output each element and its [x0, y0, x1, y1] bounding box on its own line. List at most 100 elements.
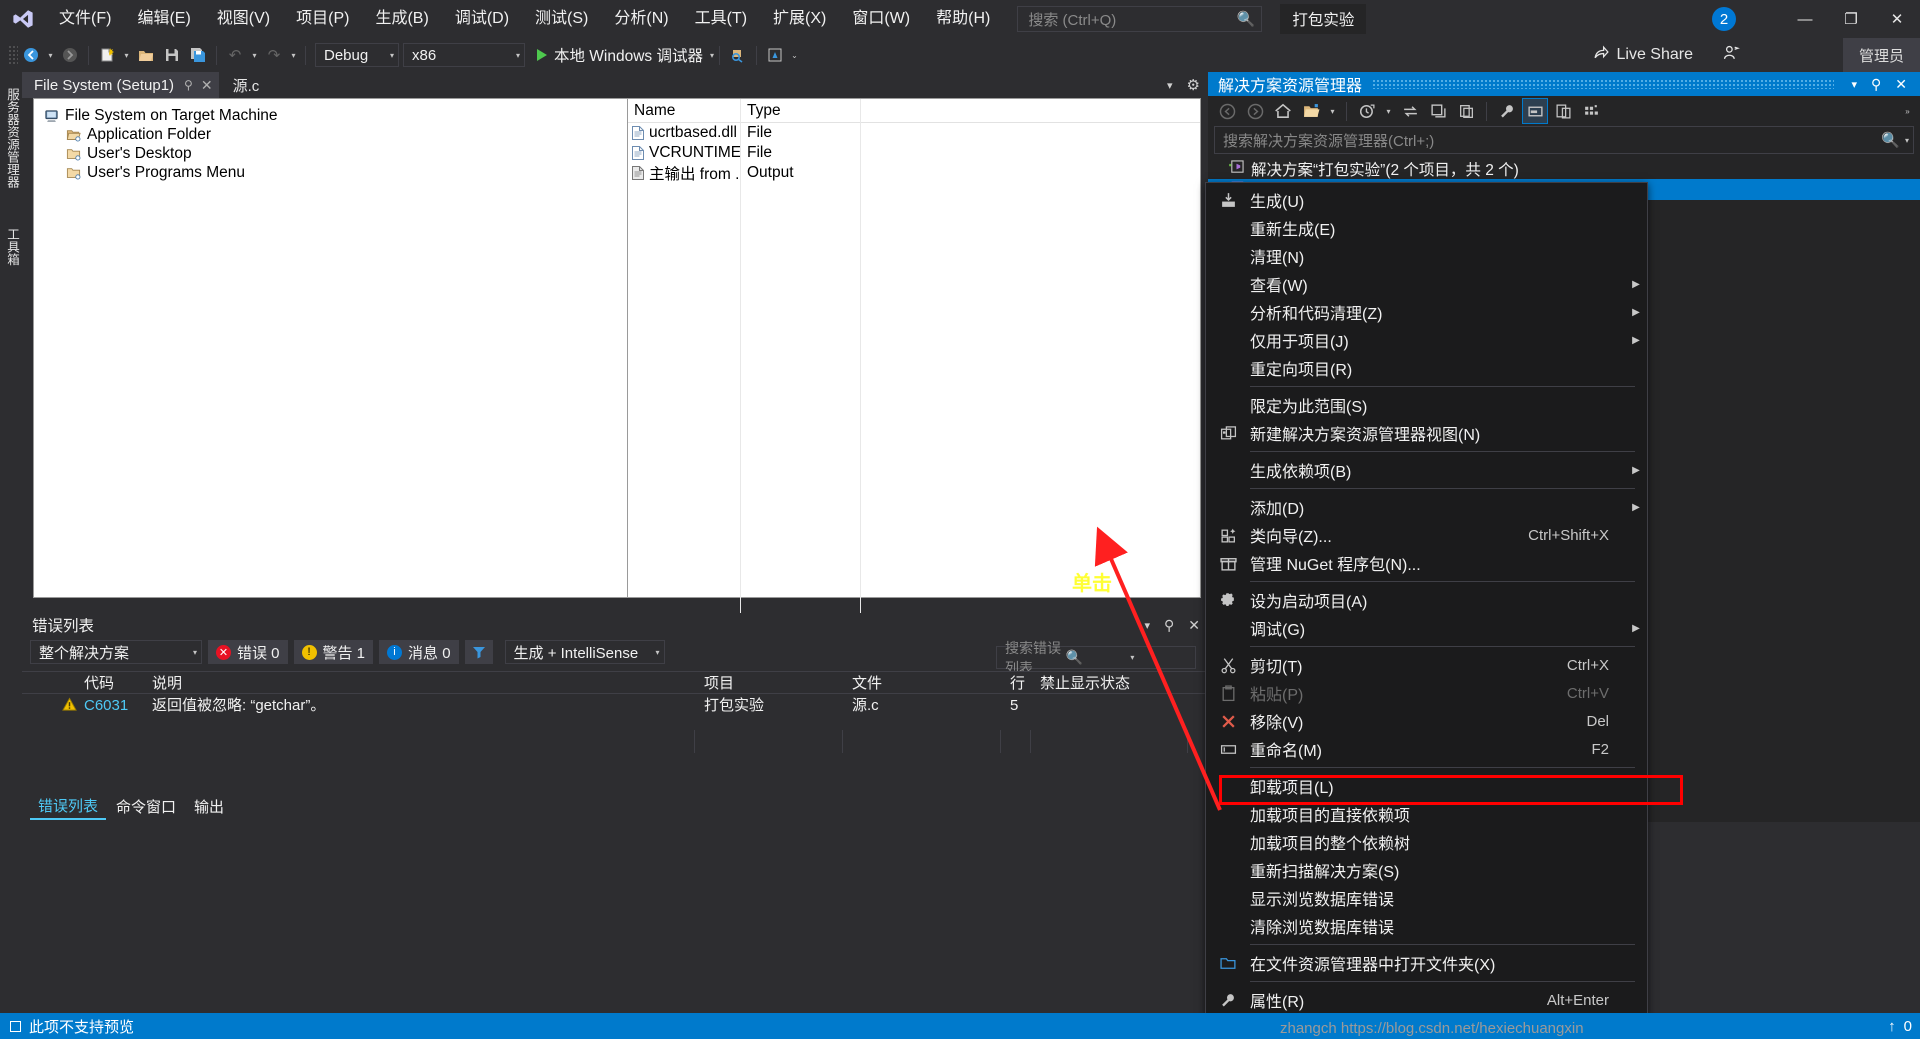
- tab-error-list[interactable]: 错误列表: [30, 793, 107, 820]
- error-scope-combo[interactable]: 整个解决方案 ▾: [30, 640, 202, 664]
- list-item[interactable]: ucrtbased.dll File: [628, 123, 1200, 143]
- error-source-combo[interactable]: 生成 + IntelliSense ▾: [504, 640, 665, 664]
- toolbar-grip[interactable]: [8, 45, 18, 65]
- undo-dropdown-icon[interactable]: ▾: [248, 42, 261, 68]
- notification-badge[interactable]: 2: [1712, 7, 1736, 31]
- menu-item-remove[interactable]: 移除(V) Del: [1206, 707, 1647, 735]
- menu-item-debug[interactable]: 调试(G) ▶: [1206, 614, 1647, 642]
- close-icon[interactable]: ✕: [1188, 617, 1200, 634]
- close-icon[interactable]: ✕: [201, 77, 213, 94]
- column-header-code[interactable]: 代码: [84, 672, 114, 695]
- menu-item-manage-nuget-packages[interactable]: 管理 NuGet 程序包(N)...: [1206, 549, 1647, 577]
- menu-build[interactable]: 生成(B): [362, 0, 441, 38]
- collapse-all-icon[interactable]: [1453, 98, 1479, 124]
- menu-help[interactable]: 帮助(H): [923, 0, 1003, 38]
- chevron-down-icon[interactable]: ▾: [1144, 619, 1150, 632]
- back-icon[interactable]: [1214, 98, 1240, 124]
- menu-edit[interactable]: 编辑(E): [124, 0, 203, 38]
- pin-icon[interactable]: ⚲: [1864, 76, 1888, 93]
- navigate-back-dropdown-icon[interactable]: ▾: [44, 42, 57, 68]
- redo-icon[interactable]: ↷: [261, 42, 287, 68]
- quick-launch-search[interactable]: 搜索 (Ctrl+Q) 🔍: [1017, 6, 1263, 32]
- menu-item-add[interactable]: 添加(D) ▶: [1206, 493, 1647, 521]
- menu-analyze[interactable]: 分析(N): [601, 0, 681, 38]
- error-filter-errors-button[interactable]: ✕ 错误 0: [208, 640, 288, 664]
- menu-item-properties[interactable]: 属性(R) Alt+Enter: [1206, 986, 1647, 1014]
- solution-platform-combo[interactable]: x86 ▾: [403, 43, 525, 67]
- column-header-type[interactable]: Type: [741, 102, 781, 120]
- undo-icon[interactable]: ↶: [222, 42, 248, 68]
- new-solution-explorer-view-icon[interactable]: [1298, 98, 1324, 124]
- pin-icon[interactable]: ⚲: [1164, 617, 1174, 634]
- close-icon[interactable]: ✕: [1888, 76, 1914, 93]
- sync-with-active-document-icon[interactable]: [1397, 98, 1423, 124]
- chevron-down-icon[interactable]: ▾: [1844, 78, 1864, 91]
- menu-item-retarget-project[interactable]: 重定向项目(R): [1206, 354, 1647, 382]
- error-filter-messages-button[interactable]: i 消息 0: [379, 640, 459, 664]
- properties-icon[interactable]: [1494, 98, 1520, 124]
- account-icon[interactable]: [1723, 44, 1740, 66]
- column-header-line[interactable]: 行: [1010, 672, 1025, 695]
- close-button[interactable]: ✕: [1874, 0, 1920, 38]
- column-divider[interactable]: [860, 99, 861, 618]
- menu-item-unload-project[interactable]: 卸载项目(L): [1206, 772, 1647, 800]
- chevron-down-icon[interactable]: ▾: [1126, 653, 1191, 662]
- tab-command-window[interactable]: 命令窗口: [108, 794, 184, 819]
- tab-file-system-setup1[interactable]: File System (Setup1) ⚲ ✕: [22, 72, 219, 98]
- menu-tools[interactable]: 工具(T): [682, 0, 760, 38]
- solution-explorer-search-input[interactable]: 搜索解决方案资源管理器(Ctrl+;) 🔍 ▾: [1214, 126, 1914, 154]
- column-header-name[interactable]: Name: [628, 102, 741, 120]
- new-file-icon[interactable]: [94, 42, 120, 68]
- menu-item-view[interactable]: 查看(W) ▶: [1206, 270, 1647, 298]
- pending-changes-icon[interactable]: [1354, 98, 1380, 124]
- pin-icon[interactable]: ⚲: [184, 78, 193, 92]
- source-control-up-icon[interactable]: ↑: [1888, 1018, 1896, 1035]
- menu-item-load-entire-dependency-tree[interactable]: 加载项目的整个依赖树: [1206, 828, 1647, 856]
- menu-window[interactable]: 窗口(W): [839, 0, 923, 38]
- gear-icon[interactable]: ⚙: [1187, 76, 1200, 94]
- menu-item-build-dependencies[interactable]: 生成依赖项(B) ▶: [1206, 456, 1647, 484]
- tree-node-users-programs-menu[interactable]: User's Programs Menu: [42, 164, 627, 182]
- error-filter-warnings-button[interactable]: ! 警告 1: [293, 640, 374, 664]
- minimize-button[interactable]: —: [1782, 0, 1828, 38]
- menu-test[interactable]: 测试(S): [522, 0, 601, 38]
- menu-item-project-only[interactable]: 仅用于项目(J) ▶: [1206, 326, 1647, 354]
- chevron-down-icon[interactable]: ▾: [1167, 79, 1173, 92]
- solution-configuration-combo[interactable]: Debug ▾: [315, 43, 399, 67]
- chevron-down-icon[interactable]: ▾: [703, 51, 714, 60]
- save-icon[interactable]: [159, 42, 185, 68]
- menu-item-open-folder-in-file-explorer[interactable]: 在文件资源管理器中打开文件夹(X): [1206, 949, 1647, 977]
- redo-dropdown-icon[interactable]: ▾: [287, 42, 300, 68]
- tree-node-solution[interactable]: 解决方案“打包实验”(2 个项目，共 2 个): [1208, 158, 1920, 179]
- menu-item-rescan-solution[interactable]: 重新扫描解决方案(S): [1206, 856, 1647, 884]
- forward-icon[interactable]: [1242, 98, 1268, 124]
- column-header-description[interactable]: 说明: [152, 672, 182, 695]
- live-share-button[interactable]: Live Share: [1593, 38, 1741, 72]
- tab-output[interactable]: 输出: [186, 794, 232, 819]
- show-all-files-icon[interactable]: [1522, 98, 1548, 124]
- column-header-suppression[interactable]: 禁止显示状态: [1040, 672, 1130, 695]
- toolbar-overflow-icon[interactable]: ⌄: [788, 42, 801, 68]
- error-filter-icon[interactable]: [464, 640, 493, 664]
- refresh-icon[interactable]: [1425, 98, 1451, 124]
- preview-selection-icon[interactable]: [762, 42, 788, 68]
- sidebar-tab-server-explorer[interactable]: 服务器资源管理器: [0, 82, 22, 194]
- menu-item-rename[interactable]: 重命名(M) F2: [1206, 735, 1647, 763]
- menu-item-analyze-and-code-cleanup[interactable]: 分析和代码清理(Z) ▶: [1206, 298, 1647, 326]
- navigate-back-icon[interactable]: [18, 42, 44, 68]
- column-header-project[interactable]: 项目: [704, 672, 734, 695]
- menu-item-scope-to-this[interactable]: 限定为此范围(S): [1206, 391, 1647, 419]
- menu-item-build[interactable]: 生成(U): [1206, 186, 1647, 214]
- column-divider[interactable]: [740, 99, 741, 618]
- tree-node-target-machine[interactable]: File System on Target Machine: [42, 107, 627, 125]
- start-debug-button[interactable]: 本地 Windows 调试器 ▾: [537, 44, 714, 66]
- home-icon[interactable]: [1270, 98, 1296, 124]
- toolbar-overflow-icon[interactable]: »: [1901, 98, 1914, 124]
- menu-view[interactable]: 视图(V): [204, 0, 283, 38]
- sidebar-tab-toolbox[interactable]: 工具箱: [0, 222, 22, 272]
- menu-item-show-browse-database-errors[interactable]: 显示浏览数据库错误: [1206, 884, 1647, 912]
- preview-selected-items-icon[interactable]: [1550, 98, 1576, 124]
- menu-extensions[interactable]: 扩展(X): [760, 0, 839, 38]
- menu-file[interactable]: 文件(F): [46, 0, 124, 38]
- new-file-dropdown-icon[interactable]: ▾: [120, 42, 133, 68]
